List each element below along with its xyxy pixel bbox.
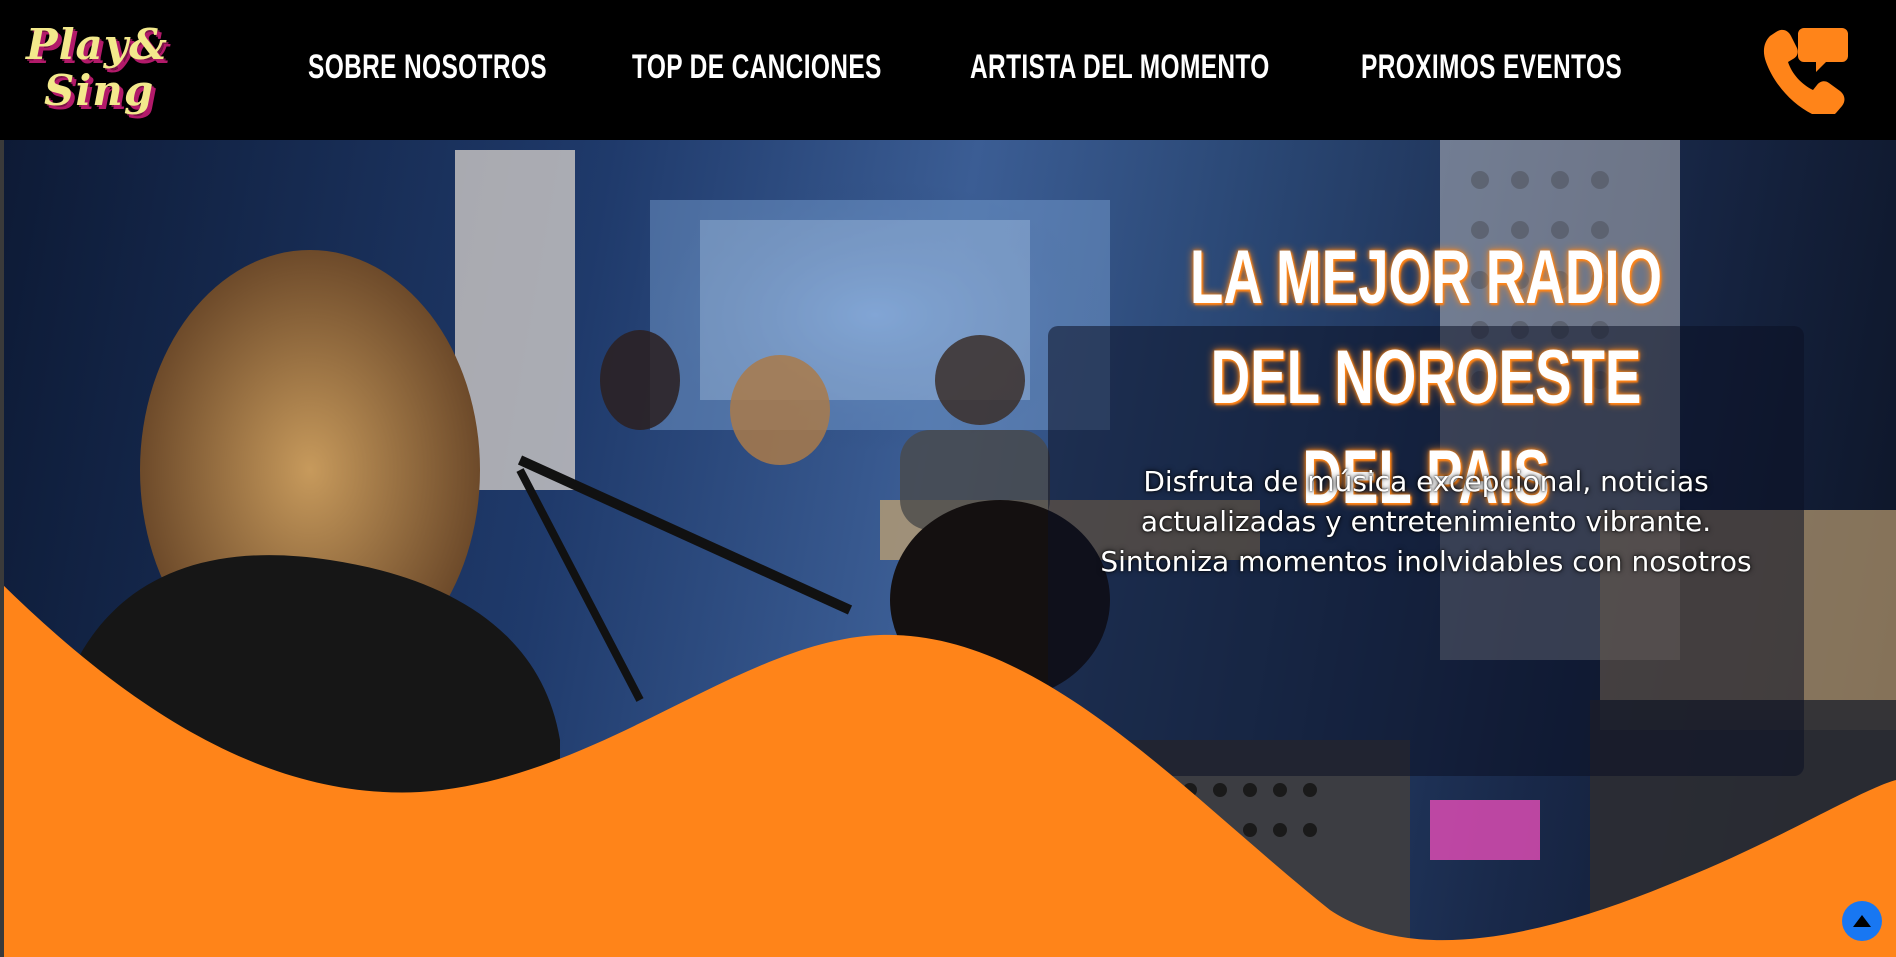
- page: Play& Sing SOBRE NOSOTROS TOP DE CANCION…: [0, 0, 1896, 957]
- nav-link-proximos-eventos[interactable]: PROXIMOS EVENTOS: [1361, 44, 1622, 90]
- phone-chat-icon: [1763, 28, 1848, 118]
- left-edge-strip: [0, 140, 4, 957]
- main-nav: SOBRE NOSOTROS TOP DE CANCIONES ARTISTA …: [0, 0, 1896, 140]
- site-header: Play& Sing SOBRE NOSOTROS TOP DE CANCION…: [0, 0, 1896, 140]
- hero-title-line-1: LA MEJOR RADIO DEL NOROESTE: [1189, 235, 1663, 420]
- nav-link-artista-del-momento[interactable]: ARTISTA DEL MOMENTO: [970, 44, 1270, 90]
- contact-button[interactable]: [1762, 22, 1852, 118]
- nav-link-top-de-canciones[interactable]: TOP DE CANCIONES: [632, 44, 882, 90]
- arrow-up-icon: [1853, 915, 1871, 927]
- hero-subtitle: Disfruta de música excepcional, noticias…: [1100, 465, 1752, 578]
- scroll-to-top-button[interactable]: [1842, 901, 1882, 941]
- nav-link-sobre-nosotros[interactable]: SOBRE NOSOTROS: [308, 44, 547, 90]
